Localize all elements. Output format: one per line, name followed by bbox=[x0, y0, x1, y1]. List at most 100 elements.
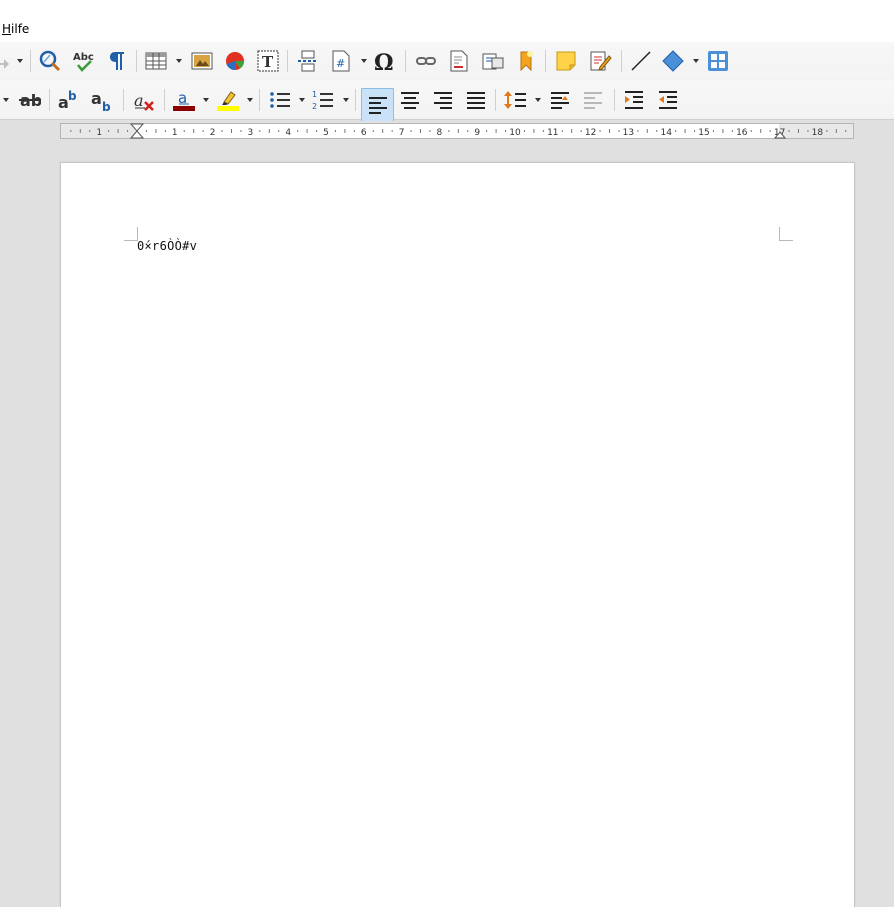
line-spacing-icon[interactable] bbox=[503, 88, 527, 112]
menu-help-accelerator: H bbox=[2, 22, 12, 36]
hyperlink-icon[interactable] bbox=[414, 49, 438, 73]
menu-bar: Hilfe bbox=[0, 0, 894, 42]
unordered-list-icon[interactable] bbox=[268, 88, 292, 112]
increase-paragraph-spacing-icon[interactable] bbox=[548, 88, 572, 112]
ordered-list-dropdown[interactable] bbox=[342, 96, 349, 104]
find-replace-icon[interactable] bbox=[38, 49, 62, 73]
ruler-number: 13 bbox=[623, 128, 634, 138]
field-icon[interactable]: # bbox=[329, 49, 353, 73]
horizontal-ruler[interactable]: 1123456789101112131415161718 bbox=[60, 123, 854, 139]
line-icon[interactable] bbox=[629, 49, 653, 73]
align-right-icon[interactable] bbox=[431, 88, 455, 112]
ruler-number: 4 bbox=[285, 128, 291, 138]
separator bbox=[545, 50, 546, 72]
ruler-number: 9 bbox=[474, 128, 480, 138]
formatting-marks-icon[interactable] bbox=[105, 49, 129, 73]
ruler-number: 10 bbox=[509, 128, 521, 138]
separator bbox=[49, 89, 50, 111]
field-dropdown[interactable] bbox=[360, 57, 367, 65]
track-changes-icon[interactable] bbox=[588, 49, 612, 73]
image-icon[interactable] bbox=[190, 49, 214, 73]
footnote-icon[interactable] bbox=[447, 49, 471, 73]
ruler-number: 8 bbox=[437, 128, 443, 138]
justify-icon[interactable] bbox=[464, 88, 488, 112]
table-icon[interactable] bbox=[144, 49, 168, 73]
ruler-number: 11 bbox=[547, 128, 558, 138]
font-color-dropdown[interactable] bbox=[202, 96, 209, 104]
separator bbox=[614, 89, 615, 111]
line-spacing-dropdown[interactable] bbox=[534, 96, 541, 104]
decrease-paragraph-spacing-icon[interactable] bbox=[581, 88, 605, 112]
separator bbox=[136, 50, 137, 72]
chart-icon[interactable] bbox=[223, 49, 247, 73]
right-indent-marker[interactable] bbox=[774, 131, 786, 139]
decrease-indent-icon[interactable] bbox=[656, 88, 680, 112]
ruler-number: 1 bbox=[96, 128, 102, 138]
underline-dropdown[interactable] bbox=[2, 96, 9, 104]
ruler-number: 6 bbox=[361, 128, 367, 138]
ruler-scale: 1123456789101112131415161718 bbox=[70, 128, 847, 138]
svg-text:b: b bbox=[68, 89, 77, 103]
svg-text:Ω: Ω bbox=[374, 50, 394, 73]
menu-help[interactable]: Hilfe bbox=[2, 22, 29, 36]
spelling-icon[interactable]: Abc bbox=[72, 49, 96, 73]
align-center-icon[interactable] bbox=[398, 88, 422, 112]
separator bbox=[355, 89, 356, 111]
basic-shapes-icon[interactable] bbox=[661, 49, 685, 73]
left-indent-marker[interactable] bbox=[130, 123, 144, 139]
redo-dropdown[interactable] bbox=[16, 57, 23, 65]
formatting-toolbar: ab ab ab a a 12 bbox=[0, 80, 894, 122]
special-character-icon[interactable]: Ω bbox=[373, 49, 397, 73]
draw-functions-icon[interactable] bbox=[706, 49, 730, 73]
separator bbox=[621, 50, 622, 72]
separator bbox=[287, 50, 288, 72]
separator bbox=[123, 89, 124, 111]
ruler-number: 18 bbox=[812, 128, 824, 138]
ruler-number: 1 bbox=[172, 128, 178, 138]
separator bbox=[259, 89, 260, 111]
superscript-icon[interactable]: ab bbox=[57, 88, 81, 112]
table-dropdown[interactable] bbox=[175, 57, 182, 65]
svg-text:T: T bbox=[262, 53, 274, 71]
ruler-number: 2 bbox=[210, 128, 216, 138]
ruler-number: 3 bbox=[248, 128, 254, 138]
svg-text:a: a bbox=[134, 91, 144, 110]
ruler-number: 14 bbox=[660, 128, 672, 138]
separator bbox=[405, 50, 406, 72]
clear-formatting-icon[interactable]: a bbox=[132, 88, 156, 112]
bookmark-icon[interactable] bbox=[514, 49, 538, 73]
align-left-icon[interactable] bbox=[361, 88, 394, 122]
increase-indent-icon[interactable] bbox=[622, 88, 646, 112]
comment-icon[interactable] bbox=[554, 49, 578, 73]
text-box-icon[interactable]: T bbox=[256, 49, 280, 73]
svg-text:b: b bbox=[102, 100, 111, 112]
svg-text:2: 2 bbox=[312, 102, 317, 111]
ruler-number: 7 bbox=[399, 128, 405, 138]
ruler-area: 1123456789101112131415161718 bbox=[0, 121, 894, 141]
strikethrough-icon[interactable]: ab bbox=[17, 88, 41, 112]
menu-help-rest: ilfe bbox=[11, 22, 30, 36]
highlight-icon[interactable] bbox=[216, 88, 240, 112]
text-boundary-corner-top-right bbox=[779, 227, 793, 241]
svg-text:a: a bbox=[91, 89, 102, 108]
highlight-dropdown[interactable] bbox=[246, 96, 253, 104]
svg-text:#: # bbox=[336, 57, 345, 70]
endnote-icon[interactable] bbox=[481, 49, 505, 73]
svg-text:1: 1 bbox=[312, 90, 317, 99]
document-text[interactable]: 0́×r6ÒÒ#v bbox=[137, 239, 197, 253]
standard-toolbar: Abc T # Ω bbox=[0, 42, 894, 80]
page-break-icon[interactable] bbox=[296, 49, 320, 73]
ruler-number: 15 bbox=[698, 128, 709, 138]
ruler-number: 12 bbox=[585, 128, 596, 138]
ordered-list-icon[interactable]: 12 bbox=[311, 88, 335, 112]
separator bbox=[30, 50, 31, 72]
redo-icon[interactable] bbox=[0, 49, 14, 73]
separator bbox=[164, 89, 165, 111]
subscript-icon[interactable]: ab bbox=[90, 88, 114, 112]
document-page[interactable]: 0́×r6ÒÒ#v bbox=[60, 162, 855, 907]
text-boundary-corner-top-left bbox=[124, 227, 138, 241]
ruler-number: 5 bbox=[323, 128, 329, 138]
font-color-icon[interactable]: a bbox=[172, 88, 196, 112]
basic-shapes-dropdown[interactable] bbox=[692, 57, 699, 65]
unordered-list-dropdown[interactable] bbox=[298, 96, 305, 104]
